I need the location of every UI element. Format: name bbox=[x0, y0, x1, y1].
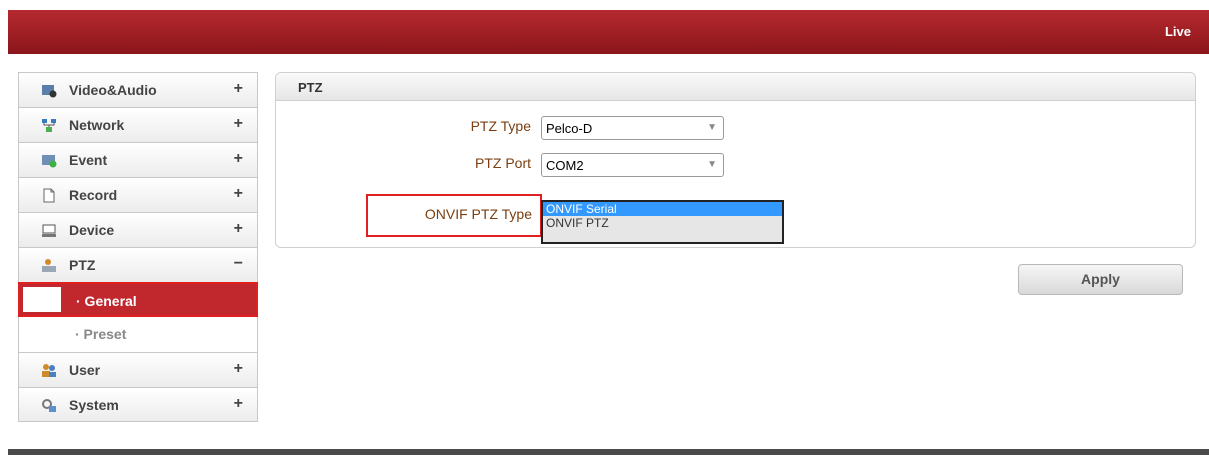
sidebar-item-label: User bbox=[69, 362, 101, 378]
ptz-type-select[interactable]: Pelco-D ▼ bbox=[541, 116, 724, 140]
dropdown-arrow-icon: ▼ bbox=[707, 122, 717, 133]
expand-icon[interactable]: + bbox=[234, 395, 243, 413]
expand-icon[interactable]: + bbox=[234, 185, 243, 203]
sidebar-subitem-label: · Preset bbox=[75, 326, 127, 342]
sidebar-item-label: System bbox=[69, 397, 119, 413]
sidebar-item-event[interactable]: Event + bbox=[18, 142, 258, 177]
expand-icon[interactable]: + bbox=[234, 115, 243, 133]
expand-icon[interactable]: + bbox=[234, 80, 243, 98]
sidebar-item-label: PTZ bbox=[69, 257, 96, 273]
system-icon bbox=[42, 399, 56, 412]
expand-icon[interactable]: + bbox=[234, 220, 243, 238]
ptz-icon bbox=[42, 259, 56, 272]
apply-button[interactable]: Apply bbox=[1018, 264, 1183, 295]
live-link[interactable]: Live bbox=[1165, 24, 1191, 39]
sidebar-item-video-audio[interactable]: Video&Audio + bbox=[18, 72, 258, 107]
ptz-type-label: PTZ Type bbox=[470, 118, 531, 134]
sidebar-item-label: Event bbox=[69, 152, 108, 168]
dropdown-arrow-icon: ▼ bbox=[707, 159, 717, 170]
sidebar-item-user[interactable]: User + bbox=[18, 352, 258, 387]
onvif-ptz-type-listbox[interactable]: ONVIF Serial ONVIF PTZ bbox=[541, 200, 784, 244]
expand-icon[interactable]: + bbox=[234, 150, 243, 168]
sidebar-subitem-preset[interactable]: · Preset bbox=[18, 317, 258, 352]
ptz-port-label: PTZ Port bbox=[474, 155, 531, 171]
onvif-ptz-type-label: ONVIF PTZ Type bbox=[424, 206, 532, 222]
sidebar-item-label: Video&Audio bbox=[69, 82, 157, 98]
device-icon bbox=[42, 224, 56, 237]
ptz-port-select[interactable]: COM2 ▼ bbox=[541, 153, 724, 177]
option-onvif-serial[interactable]: ONVIF Serial bbox=[543, 202, 782, 216]
sidebar-item-ptz[interactable]: PTZ − bbox=[18, 247, 258, 282]
expand-icon[interactable]: + bbox=[234, 360, 243, 378]
panel-title: PTZ bbox=[298, 80, 323, 95]
top-header-bar: Live bbox=[8, 10, 1209, 54]
ptz-port-value: COM2 bbox=[546, 158, 584, 173]
sidebar-item-label: Device bbox=[69, 222, 115, 238]
sidebar-item-label: Record bbox=[69, 187, 118, 203]
collapse-icon[interactable]: − bbox=[234, 255, 243, 273]
panel-header: PTZ bbox=[276, 73, 1195, 101]
sidebar-menu: Video&Audio + Network + Event + Record +… bbox=[18, 72, 258, 422]
sidebar-item-network[interactable]: Network + bbox=[18, 107, 258, 142]
sidebar-item-record[interactable]: Record + bbox=[18, 177, 258, 212]
sidebar-item-device[interactable]: Device + bbox=[18, 212, 258, 247]
user-icon bbox=[42, 364, 56, 377]
sidebar-subitem-label: · General bbox=[76, 293, 137, 309]
sidebar-item-system[interactable]: System + bbox=[18, 387, 258, 422]
ptz-type-value: Pelco-D bbox=[546, 121, 593, 136]
footer-bar bbox=[8, 449, 1209, 455]
selection-indicator bbox=[23, 287, 61, 312]
ptz-settings-panel: PTZ PTZ Type Pelco-D ▼ PTZ Port COM2 ▼ O… bbox=[275, 72, 1196, 248]
network-icon bbox=[42, 119, 56, 132]
sidebar-item-label: Network bbox=[69, 117, 125, 133]
record-icon bbox=[43, 188, 55, 203]
video-audio-icon bbox=[42, 85, 57, 98]
sidebar-subitem-general[interactable]: · General bbox=[18, 282, 258, 317]
event-icon bbox=[42, 155, 57, 168]
option-onvif-ptz[interactable]: ONVIF PTZ bbox=[543, 216, 782, 230]
